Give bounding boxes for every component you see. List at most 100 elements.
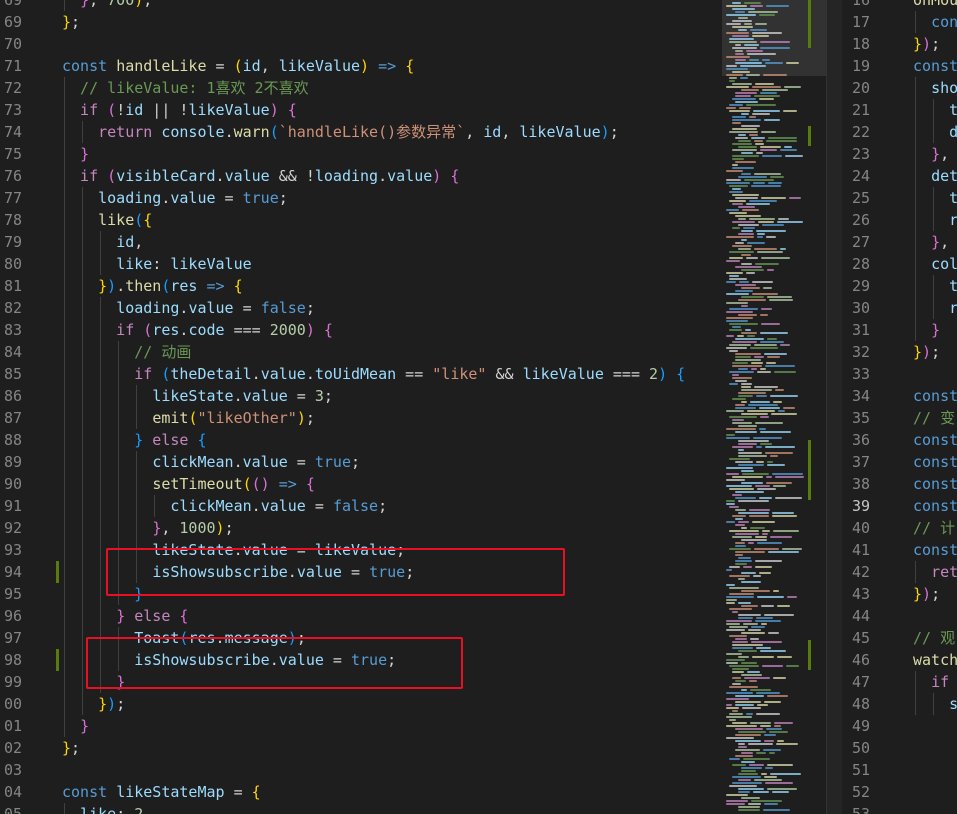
code-text[interactable]: const	[913, 539, 957, 561]
code-line[interactable]: 32});	[842, 341, 957, 363]
code-line[interactable]: 46 watch	[842, 649, 957, 671]
code-line[interactable]: 84 // 动画	[0, 341, 722, 363]
code-line[interactable]: 45 // 观	[842, 627, 957, 649]
code-text[interactable]: emit("likeOther");	[62, 407, 315, 429]
code-line[interactable]: 19 const	[842, 55, 957, 77]
code-line[interactable]: 35 // 变	[842, 407, 957, 429]
code-text[interactable]: // 变	[913, 407, 955, 429]
code-line[interactable]: 20 sho	[842, 77, 957, 99]
code-line[interactable]: 38 const	[842, 473, 957, 495]
code-text[interactable]: }	[62, 715, 89, 737]
code-line[interactable]: 16 onMou	[842, 0, 957, 11]
code-line[interactable]: 92 }, 1000);	[0, 517, 722, 539]
code-line[interactable]: 22 d	[842, 121, 957, 143]
code-line[interactable]: 69 }, 700);	[0, 0, 722, 11]
code-text[interactable]: ret	[913, 561, 957, 583]
code-line[interactable]: 47 if	[842, 671, 957, 693]
code-line[interactable]: 77 loading.value = true;	[0, 187, 722, 209]
code-text[interactable]: });	[913, 341, 940, 363]
code-text[interactable]: }	[913, 319, 940, 341]
code-text[interactable]: col	[913, 253, 957, 275]
code-line[interactable]: 42 ret	[842, 561, 957, 583]
code-line[interactable]: 23 },	[842, 143, 957, 165]
code-text[interactable]: det	[913, 165, 957, 187]
code-text[interactable]: const	[913, 385, 957, 407]
code-text[interactable]: }	[62, 671, 125, 693]
code-line[interactable]: 73 if (!id || !likeValue) {	[0, 99, 722, 121]
code-line[interactable]: 71 const handleLike = (id, likeValue) => …	[0, 55, 722, 77]
code-text[interactable]: }).then(res => {	[62, 275, 243, 297]
code-line[interactable]: 05 like: 2,	[0, 803, 722, 814]
code-text[interactable]: loading.value = false;	[62, 297, 315, 319]
code-text[interactable]: Toast(res.message);	[62, 627, 306, 649]
code-text[interactable]: };	[62, 737, 80, 759]
code-text[interactable]: const	[913, 451, 957, 473]
code-line[interactable]: 97 Toast(res.message);	[0, 627, 722, 649]
code-line[interactable]: 53	[842, 803, 957, 814]
code-line[interactable]: 17 con	[842, 11, 957, 33]
code-line[interactable]: 26 r	[842, 209, 957, 231]
code-text[interactable]: });	[913, 33, 940, 55]
code-text[interactable]: if (visibleCard.value && !loading.value)…	[62, 165, 459, 187]
editor-split-sash[interactable]	[826, 0, 843, 814]
code-text[interactable]: likeState.value = 3;	[62, 385, 333, 407]
code-line[interactable]: 33	[842, 363, 957, 385]
code-line[interactable]: 78 like({	[0, 209, 722, 231]
code-text[interactable]: if (theDetail.value.toUidMean == "like" …	[62, 363, 685, 385]
code-line[interactable]: 44	[842, 605, 957, 627]
code-text[interactable]: s	[913, 693, 957, 715]
code-line[interactable]: 31 }	[842, 319, 957, 341]
code-line[interactable]: 30 r	[842, 297, 957, 319]
code-line[interactable]: 91 clickMean.value = false;	[0, 495, 722, 517]
code-text[interactable]: setTimeout(() => {	[62, 473, 315, 495]
code-line[interactable]: 41 const	[842, 539, 957, 561]
code-line[interactable]: 96 } else {	[0, 605, 722, 627]
code-line[interactable]: 25 t	[842, 187, 957, 209]
code-text[interactable]: r	[913, 209, 957, 231]
code-line[interactable]: 79 id,	[0, 231, 722, 253]
code-line[interactable]: 70	[0, 33, 722, 55]
code-text[interactable]: });	[913, 583, 940, 605]
code-line[interactable]: 83 if (res.code === 2000) {	[0, 319, 722, 341]
code-text[interactable]: r	[913, 297, 957, 319]
minimap[interactable]	[722, 0, 826, 814]
code-text[interactable]: },	[913, 143, 949, 165]
code-line[interactable]: 87 emit("likeOther");	[0, 407, 722, 429]
code-text[interactable]: sho	[913, 77, 957, 99]
code-text[interactable]: if (!id || !likeValue) {	[62, 99, 297, 121]
editor-left-pane[interactable]: 69 }, 700); 69}; 70 71 const handleLike = (i…	[0, 0, 722, 814]
code-text[interactable]: onMou	[913, 0, 957, 11]
code-line[interactable]: 24 det	[842, 165, 957, 187]
code-text[interactable]: } else {	[62, 429, 206, 451]
code-text[interactable]: loading.value = true;	[62, 187, 288, 209]
code-line[interactable]: 50	[842, 737, 957, 759]
code-text[interactable]: return console.warn(`handleLike()参数异常`, …	[62, 121, 619, 143]
code-text[interactable]: clickMean.value = true;	[62, 451, 360, 473]
code-text[interactable]: t	[913, 99, 957, 121]
code-text[interactable]: con	[913, 11, 957, 33]
code-text[interactable]: }, 1000);	[62, 517, 233, 539]
code-text[interactable]: } else {	[62, 605, 188, 627]
code-line[interactable]: 52	[842, 781, 957, 803]
code-text[interactable]: const	[913, 473, 957, 495]
code-line[interactable]: 69};	[0, 11, 722, 33]
code-line[interactable]: 99 }	[0, 671, 722, 693]
code-line[interactable]: 98 isShowsubscribe.value = true;	[0, 649, 722, 671]
code-text[interactable]: };	[62, 11, 80, 33]
code-text[interactable]: t	[913, 187, 957, 209]
code-line[interactable]: 76 if (visibleCard.value && !loading.val…	[0, 165, 722, 187]
code-line[interactable]: 95 }	[0, 583, 722, 605]
code-line[interactable]: 75 }	[0, 143, 722, 165]
code-text[interactable]: if (res.code === 2000) {	[62, 319, 333, 341]
code-text[interactable]: t	[913, 275, 957, 297]
code-line[interactable]: 36 const	[842, 429, 957, 451]
code-line[interactable]: 21 t	[842, 99, 957, 121]
code-text[interactable]: id,	[62, 231, 143, 253]
code-line[interactable]: 51	[842, 759, 957, 781]
code-line[interactable]: 39 const	[842, 495, 957, 517]
code-text[interactable]: }	[62, 583, 143, 605]
code-line[interactable]: 02};	[0, 737, 722, 759]
code-line[interactable]: 49	[842, 715, 957, 737]
editor-right-pane[interactable]: 16 onMou 17 con 18}); 19 const 20 sho 21 t 22 d2…	[842, 0, 957, 814]
code-text[interactable]: // 计	[913, 517, 955, 539]
